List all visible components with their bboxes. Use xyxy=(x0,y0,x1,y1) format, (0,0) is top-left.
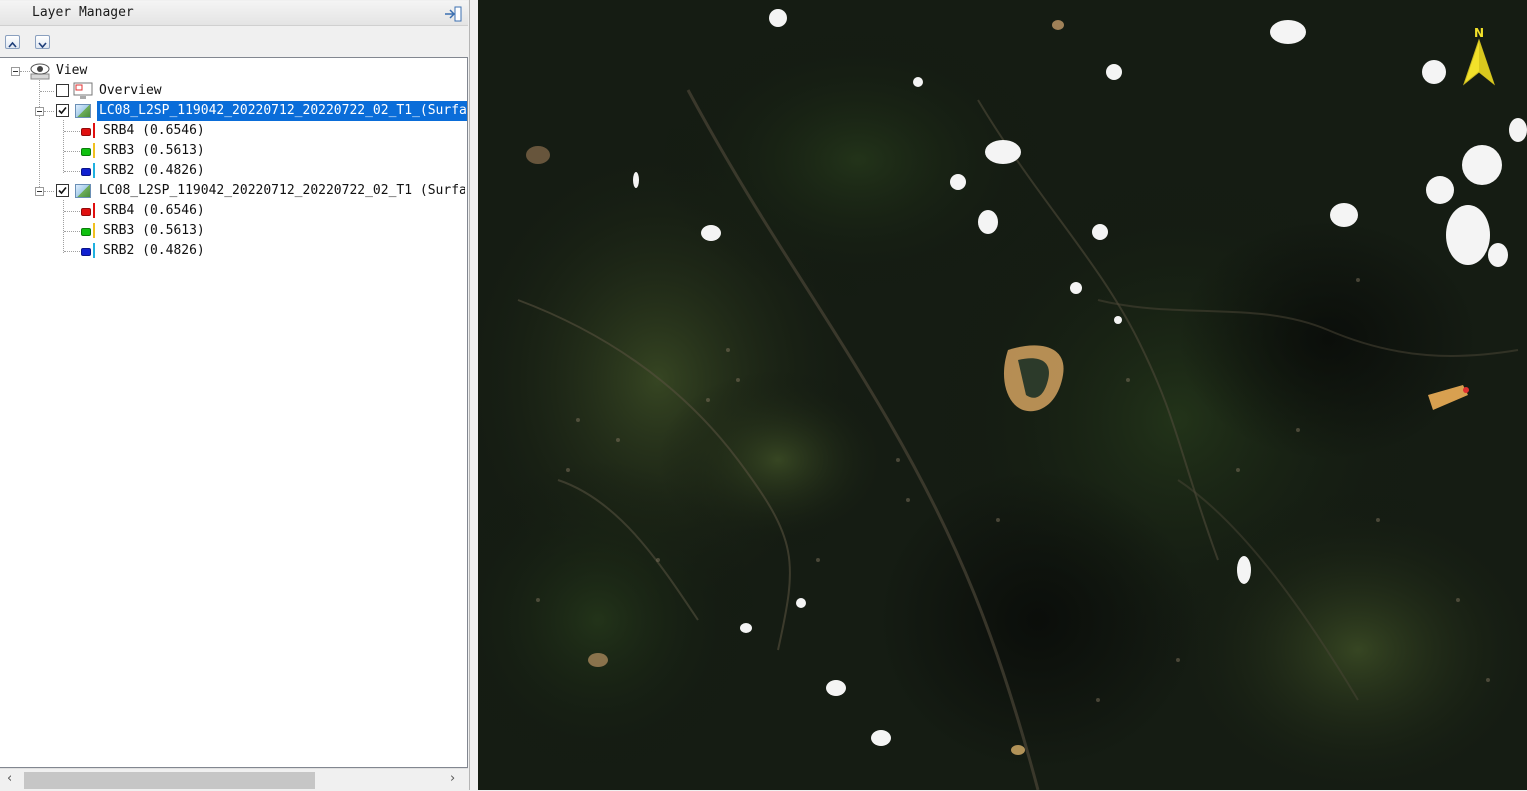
collapse-toggle-icon[interactable] xyxy=(35,107,44,116)
tree-node-band[interactable]: SRB4 (0.6546) xyxy=(0,201,460,221)
layer-manager-panel: Layer Manager View Overview LC08_L2SP_11… xyxy=(0,0,470,791)
green-band-icon xyxy=(81,148,91,156)
green-band-icon xyxy=(81,228,91,236)
band-color-bar xyxy=(93,203,95,218)
tree-node-band[interactable]: SRB3 (0.5613) xyxy=(0,141,460,161)
raster-layer-icon xyxy=(75,104,91,118)
checkmark-icon xyxy=(58,106,67,115)
scroll-left-icon[interactable]: ‹ xyxy=(7,771,12,786)
tree-node-label: SRB3 (0.5613) xyxy=(103,223,205,238)
tree-node-label: SRB4 (0.6546) xyxy=(103,123,205,138)
collapse-toggle-icon[interactable] xyxy=(35,187,44,196)
red-band-icon xyxy=(81,208,91,216)
tree-node-band[interactable]: SRB2 (0.4826) xyxy=(0,241,460,261)
checkmark-icon xyxy=(58,186,67,195)
panel-titlebar: Layer Manager xyxy=(0,1,468,26)
blue-band-icon xyxy=(81,168,91,176)
north-arrow-icon: N xyxy=(1462,26,1496,88)
layer-tree: View Overview LC08_L2SP_119042_20220712_… xyxy=(0,57,468,768)
raster-layer-icon xyxy=(75,184,91,198)
chevron-down-icon xyxy=(38,42,47,49)
tree-node-label: LC08_L2SP_119042_20220712_20220722_02_T1… xyxy=(97,101,467,121)
map-view[interactable]: N xyxy=(478,0,1527,790)
auto-hide-pin-icon[interactable] xyxy=(444,6,462,22)
band-color-bar xyxy=(93,163,95,178)
band-color-bar xyxy=(93,243,95,258)
tree-node-label: Overview xyxy=(99,83,162,98)
tree-node-band[interactable]: SRB3 (0.5613) xyxy=(0,221,460,241)
layer-toolbar xyxy=(0,33,468,55)
tree-node-band[interactable]: SRB2 (0.4826) xyxy=(0,161,460,181)
band-color-bar xyxy=(93,143,95,158)
horizontal-scrollbar[interactable]: ‹ › xyxy=(0,768,468,791)
overview-checkbox[interactable] xyxy=(56,84,69,97)
blue-band-icon xyxy=(81,248,91,256)
scroll-right-icon[interactable]: › xyxy=(450,771,455,786)
tree-node-label: SRB2 (0.4826) xyxy=(103,163,205,178)
red-band-icon xyxy=(81,128,91,136)
band-color-bar xyxy=(93,223,95,238)
tree-node-layer-2[interactable]: LC08_L2SP_119042_20220712_20220722_02_T1… xyxy=(0,181,466,201)
move-layer-down-button[interactable] xyxy=(35,35,50,49)
tree-node-label: SRB2 (0.4826) xyxy=(103,243,205,258)
tree-node-label: SRB4 (0.6546) xyxy=(103,203,205,218)
chevron-up-icon xyxy=(8,41,17,48)
satellite-image xyxy=(478,0,1527,790)
tree-node-band[interactable]: SRB4 (0.6546) xyxy=(0,121,460,141)
tree-node-overview[interactable]: Overview xyxy=(0,81,460,101)
collapse-toggle-icon[interactable] xyxy=(11,67,20,76)
layer-2-checkbox[interactable] xyxy=(56,184,69,197)
layer-1-checkbox[interactable] xyxy=(56,104,69,117)
scrollbar-thumb[interactable] xyxy=(24,772,315,789)
tree-node-view[interactable]: View xyxy=(0,61,460,81)
tree-node-label: LC08_L2SP_119042_20220712_20220722_02_T1… xyxy=(99,183,465,198)
band-color-bar xyxy=(93,123,95,138)
tree-node-label: SRB3 (0.5613) xyxy=(103,143,205,158)
tree-node-label: View xyxy=(56,63,88,78)
move-layer-up-button[interactable] xyxy=(5,35,20,49)
tree-node-layer-1[interactable]: LC08_L2SP_119042_20220712_20220722_02_T1… xyxy=(0,101,467,121)
panel-title: Layer Manager xyxy=(32,5,134,20)
north-arrow-shape xyxy=(1462,38,1496,86)
